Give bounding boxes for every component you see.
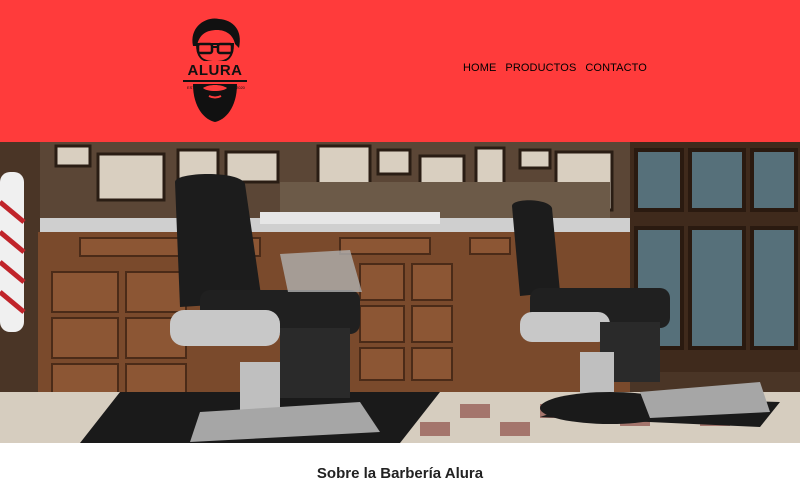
main-nav: HOME PRODUCTOS CONTACTO (463, 62, 647, 74)
barbershop-interior-photo (0, 142, 800, 443)
nav-contacto[interactable]: CONTACTO (585, 62, 647, 74)
hero-barbershop-image (0, 142, 800, 443)
about-section: Sobre la Barbería Alura (0, 443, 800, 489)
alura-logo[interactable]: EST 2020 ALURA (183, 16, 247, 126)
nav-productos[interactable]: PRODUCTOS (505, 62, 576, 74)
logo-text: ALURA (187, 62, 243, 79)
nav-home[interactable]: HOME (463, 62, 496, 74)
svg-text:EST: EST (187, 85, 195, 90)
about-title: Sobre la Barbería Alura (316, 465, 484, 482)
site-header: EST 2020 ALURA HOME PRODUCTOS CONTACTO (0, 0, 800, 142)
svg-text:2020: 2020 (236, 85, 246, 90)
